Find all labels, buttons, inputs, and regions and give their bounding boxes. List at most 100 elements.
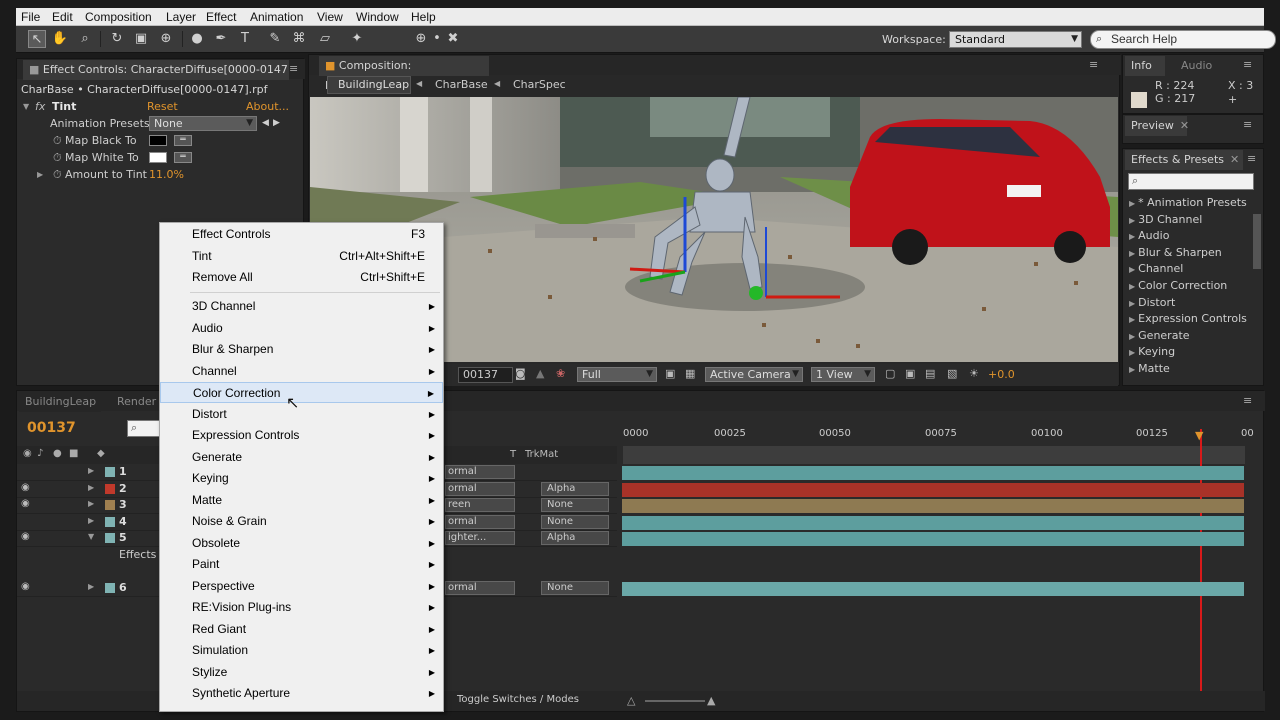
- blend-mode-dropdown[interactable]: reen: [445, 498, 515, 512]
- triangle-right-icon[interactable]: ▶: [88, 466, 94, 475]
- timeline-icon[interactable]: ▤: [925, 367, 935, 380]
- context-menu-category[interactable]: Paint ▶: [160, 554, 443, 575]
- crumb-buildingleap[interactable]: BuildingLeap: [327, 76, 411, 94]
- eyedropper-icon[interactable]: ═: [174, 152, 192, 163]
- crumb-charbase[interactable]: CharBase: [435, 78, 488, 91]
- panel-menu-icon[interactable]: ≡: [1243, 394, 1252, 407]
- fx-icon[interactable]: fx: [35, 98, 45, 115]
- blend-mode-dropdown[interactable]: ormal: [445, 482, 515, 496]
- effects-category-item[interactable]: ▶ Matte: [1129, 361, 1249, 377]
- context-menu-category[interactable]: Red Giant ▶: [160, 619, 443, 640]
- layer-label-color[interactable]: [105, 533, 115, 543]
- context-menu-item[interactable]: Tint Ctrl+Alt+Shift+E: [160, 246, 443, 267]
- pen-tool-icon[interactable]: ✒: [212, 30, 230, 48]
- context-menu-category[interactable]: Keying ▶: [160, 468, 443, 489]
- triangle-right-icon[interactable]: ▶: [88, 499, 94, 508]
- puppet-pin-tool-icon[interactable]: ✦: [348, 30, 366, 48]
- exposure-reset-icon[interactable]: ☀: [969, 367, 979, 380]
- search-help-field[interactable]: ⌕ Search Help: [1090, 30, 1276, 49]
- layer-label-color[interactable]: [105, 500, 115, 510]
- panel-menu-icon[interactable]: ≡: [1243, 118, 1252, 131]
- layer-duration-bar[interactable]: [622, 516, 1244, 530]
- rotate-tool-icon[interactable]: ↻: [108, 30, 126, 48]
- crumb-charspec[interactable]: CharSpec: [513, 78, 566, 91]
- stopwatch-icon[interactable]: ⏱: [53, 149, 62, 166]
- camera-dropdown[interactable]: Active Camera ▼: [705, 367, 803, 382]
- layer-duration-bar[interactable]: [622, 499, 1244, 513]
- context-menu-item[interactable]: Remove All Ctrl+Shift+E: [160, 267, 443, 288]
- effects-presets-tab[interactable]: Effects & Presets ✕: [1125, 150, 1243, 170]
- about-link[interactable]: About...: [246, 98, 289, 115]
- effects-group-label[interactable]: Effects: [119, 548, 156, 561]
- work-area-bar[interactable]: [623, 446, 1245, 464]
- trkmat-dropdown[interactable]: Alpha: [541, 482, 609, 496]
- menu-file[interactable]: File: [21, 10, 40, 24]
- effects-search-input[interactable]: ⌕: [1128, 173, 1254, 190]
- layer-duration-bar[interactable]: [622, 466, 1244, 480]
- effects-category-item[interactable]: ▶ Blur & Sharpen: [1129, 245, 1249, 261]
- axis-view-icon[interactable]: ✖: [444, 30, 462, 48]
- context-menu-item[interactable]: Effect Controls F3: [160, 224, 443, 245]
- reset-link[interactable]: Reset: [147, 98, 178, 115]
- context-menu-category[interactable]: Perspective ▶: [160, 576, 443, 597]
- trkmat-dropdown[interactable]: None: [541, 515, 609, 529]
- channel-rgb-icon[interactable]: ❀: [556, 367, 565, 380]
- eye-icon[interactable]: ◉: [21, 531, 30, 542]
- map-black-swatch[interactable]: [149, 135, 167, 146]
- views-dropdown[interactable]: 1 View ▼: [811, 367, 875, 382]
- trkmat-dropdown[interactable]: None: [541, 498, 609, 512]
- timeline-tab[interactable]: BuildingLeap: [19, 392, 101, 412]
- flowchart-icon[interactable]: ▧: [947, 367, 957, 380]
- viewer-timecode[interactable]: 00137: [458, 367, 513, 383]
- timeline-timecode[interactable]: 00137: [27, 420, 76, 436]
- shape-tool-icon[interactable]: ●: [188, 30, 206, 48]
- context-menu-category[interactable]: Simulation ▶: [160, 640, 443, 661]
- region-of-interest-icon[interactable]: ▣: [665, 367, 675, 380]
- scrollbar-thumb[interactable]: [1253, 214, 1261, 269]
- eye-icon[interactable]: ◉: [21, 498, 30, 509]
- fast-previews-icon[interactable]: ▣: [905, 367, 915, 380]
- panel-menu-icon[interactable]: ≡: [1243, 58, 1252, 71]
- effects-category-item[interactable]: ▶ Audio: [1129, 228, 1249, 244]
- zoom-slider[interactable]: [645, 700, 705, 702]
- triangle-right-icon[interactable]: ▶: [88, 582, 94, 591]
- triangle-down-icon[interactable]: ▼: [23, 98, 29, 115]
- prev-preset-icon[interactable]: ◀: [262, 115, 269, 132]
- blend-mode-dropdown[interactable]: ormal: [445, 581, 515, 595]
- context-menu-category[interactable]: Stylize ▶: [160, 662, 443, 683]
- context-menu-category[interactable]: Color Correction ▶: [160, 382, 443, 403]
- close-icon[interactable]: ✕: [1230, 153, 1239, 166]
- zoom-in-icon[interactable]: ▲: [707, 694, 715, 707]
- blend-mode-dropdown[interactable]: ighter...: [445, 531, 515, 545]
- effect-controls-tab[interactable]: ■ Effect Controls: CharacterDiffuse[0000…: [23, 60, 289, 80]
- panel-menu-icon[interactable]: ≡: [1089, 58, 1098, 71]
- eye-icon[interactable]: ◉: [21, 482, 30, 493]
- amount-value[interactable]: 11.0%: [149, 166, 184, 183]
- triangle-right-icon[interactable]: ▶: [88, 483, 94, 492]
- effects-category-item[interactable]: ▶ 3D Channel: [1129, 212, 1249, 228]
- effects-category-item[interactable]: ▶ Generate: [1129, 328, 1249, 344]
- stopwatch-icon[interactable]: ⏱: [53, 132, 62, 149]
- context-menu-category[interactable]: Expression Controls ▶: [160, 425, 443, 446]
- blend-mode-dropdown[interactable]: ormal: [445, 465, 515, 479]
- layer-label-color[interactable]: [105, 467, 115, 477]
- show-snapshot-icon[interactable]: ▲: [536, 367, 544, 380]
- menu-window[interactable]: Window: [356, 10, 399, 24]
- close-icon[interactable]: ✕: [1180, 119, 1189, 132]
- transparency-grid-icon[interactable]: ▦: [685, 367, 695, 380]
- audio-tab[interactable]: Audio: [1181, 59, 1212, 72]
- context-menu-category[interactable]: Noise & Grain ▶: [160, 511, 443, 532]
- menu-edit[interactable]: Edit: [52, 10, 73, 24]
- context-menu-category[interactable]: Audio ▶: [160, 318, 443, 339]
- next-preset-icon[interactable]: ▶: [273, 115, 280, 132]
- selection-tool-icon[interactable]: ↖: [28, 30, 46, 48]
- toggle-switches-modes[interactable]: Toggle Switches / Modes: [457, 694, 579, 705]
- toggle-pixel-aspect-icon[interactable]: ▢: [885, 367, 895, 380]
- layer-duration-bar[interactable]: [622, 483, 1244, 497]
- zoom-tool-icon[interactable]: ⌕: [76, 30, 94, 48]
- layer-duration-bar[interactable]: [622, 582, 1244, 596]
- context-menu-category[interactable]: Channel ▶: [160, 361, 443, 382]
- menu-view[interactable]: View: [317, 10, 343, 24]
- eye-icon[interactable]: ◉: [21, 581, 30, 592]
- context-menu-category[interactable]: RE:Vision Plug-ins ▶: [160, 597, 443, 618]
